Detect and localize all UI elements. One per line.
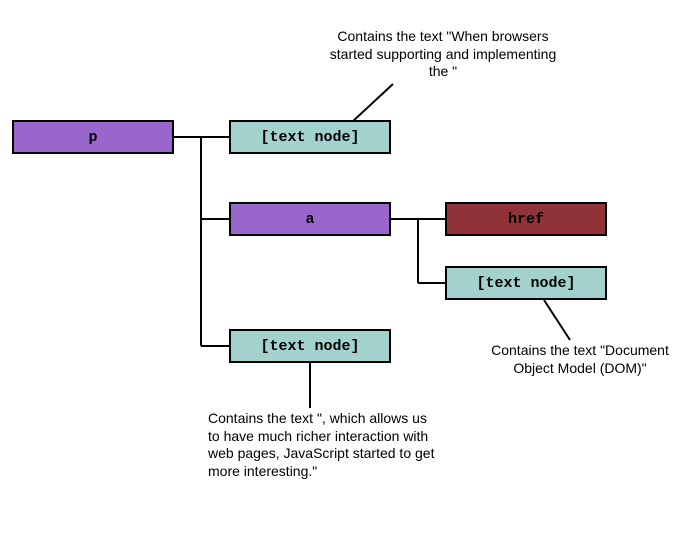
annotation-bottom: Contains the text ", which allows us to … [208, 410, 438, 480]
node-label: a [305, 211, 314, 228]
node-text-2: [text node] [445, 266, 607, 300]
node-label: [text node] [260, 129, 359, 146]
node-a: a [229, 202, 391, 236]
node-label: [text node] [476, 275, 575, 292]
node-p: p [12, 120, 174, 154]
annotation-right: Contains the text "Document Object Model… [490, 342, 670, 377]
node-text-1: [text node] [229, 120, 391, 154]
node-text-3: [text node] [229, 329, 391, 363]
node-label: [text node] [260, 338, 359, 355]
node-label: href [508, 211, 544, 228]
node-href: href [445, 202, 607, 236]
annotation-top: Contains the text "When browsers started… [328, 28, 558, 81]
node-label: p [88, 129, 97, 146]
